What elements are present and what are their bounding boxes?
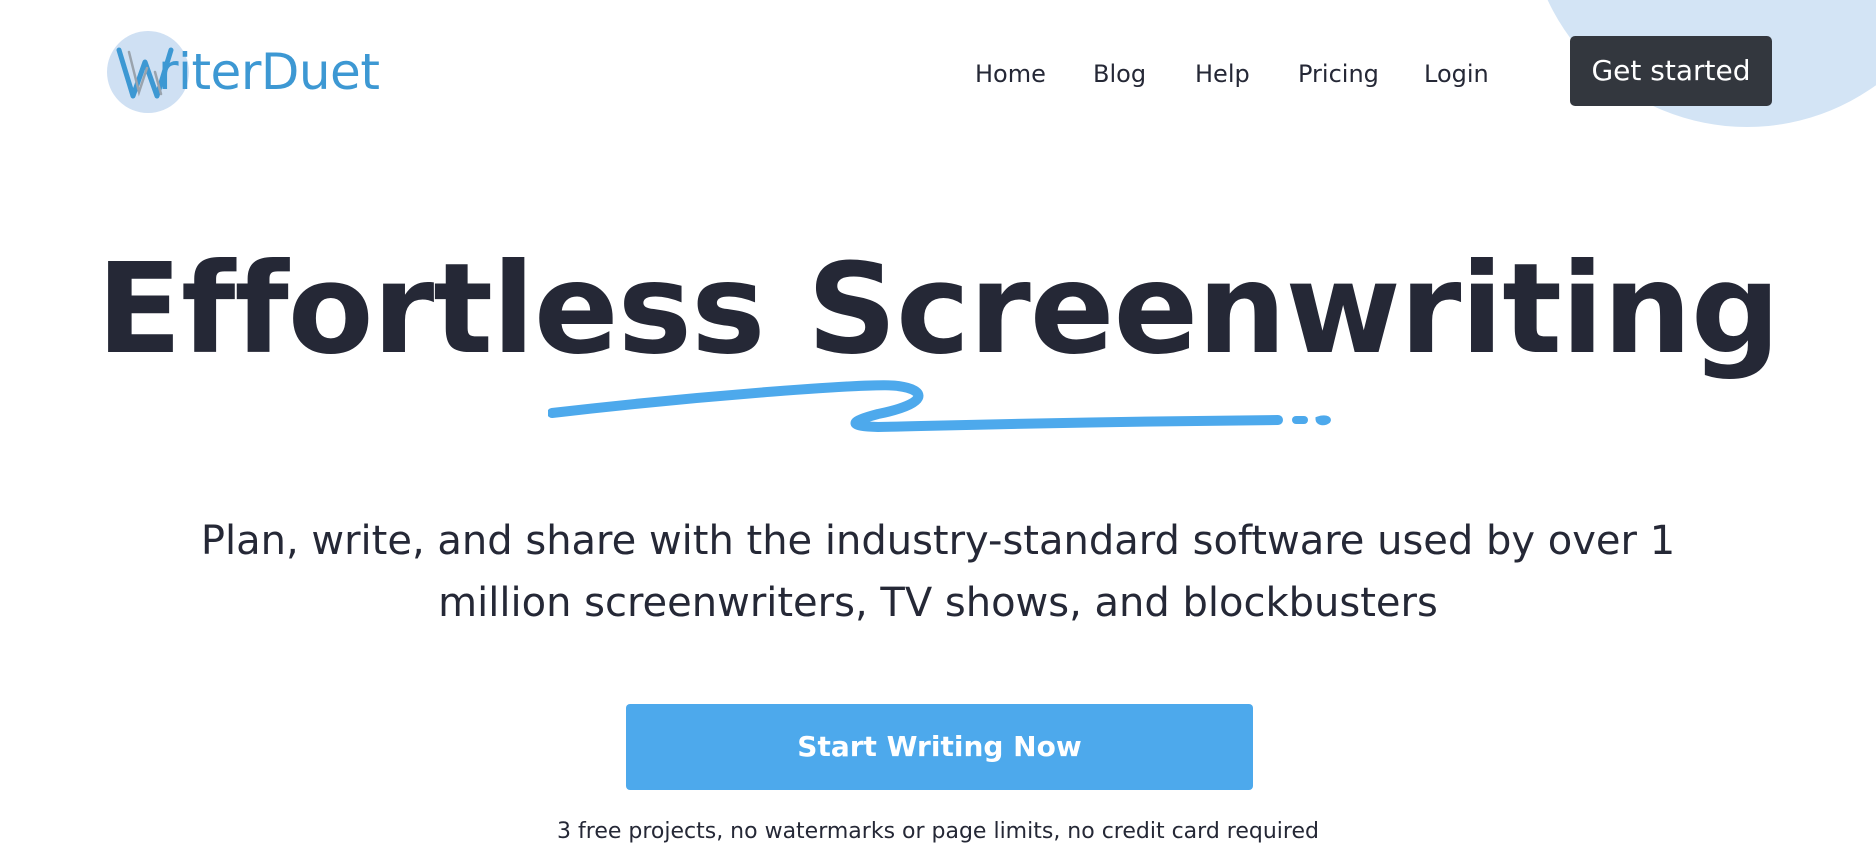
subheadline-line-1: Plan, write, and share with the industry…: [200, 518, 1676, 564]
nav-pricing-link[interactable]: Pricing: [1298, 52, 1379, 96]
logo-wordmark: riterDuet: [158, 43, 380, 101]
nav-blog-link[interactable]: Blog: [1093, 52, 1146, 96]
nav-help-link[interactable]: Help: [1195, 52, 1250, 96]
hero-subheadline: Plan, write, and share with the industry…: [188, 510, 1688, 634]
get-started-button[interactable]: Get started: [1570, 36, 1772, 106]
hero-fine-print: 3 free projects, no watermarks or page l…: [557, 819, 1319, 844]
headline-underline-swoosh: [548, 380, 1331, 432]
nav-home-link[interactable]: Home: [975, 52, 1046, 96]
hero-headline: Effortless Screenwriting: [96, 237, 1781, 382]
landing-page: riterDuet Home Blog Help Pricing Login G…: [0, 0, 1876, 845]
subheadline-line-2: million screenwriters, TV shows, and blo…: [438, 580, 1438, 626]
start-writing-now-button[interactable]: Start Writing Now: [626, 704, 1253, 790]
nav-login-link[interactable]: Login: [1424, 52, 1489, 96]
